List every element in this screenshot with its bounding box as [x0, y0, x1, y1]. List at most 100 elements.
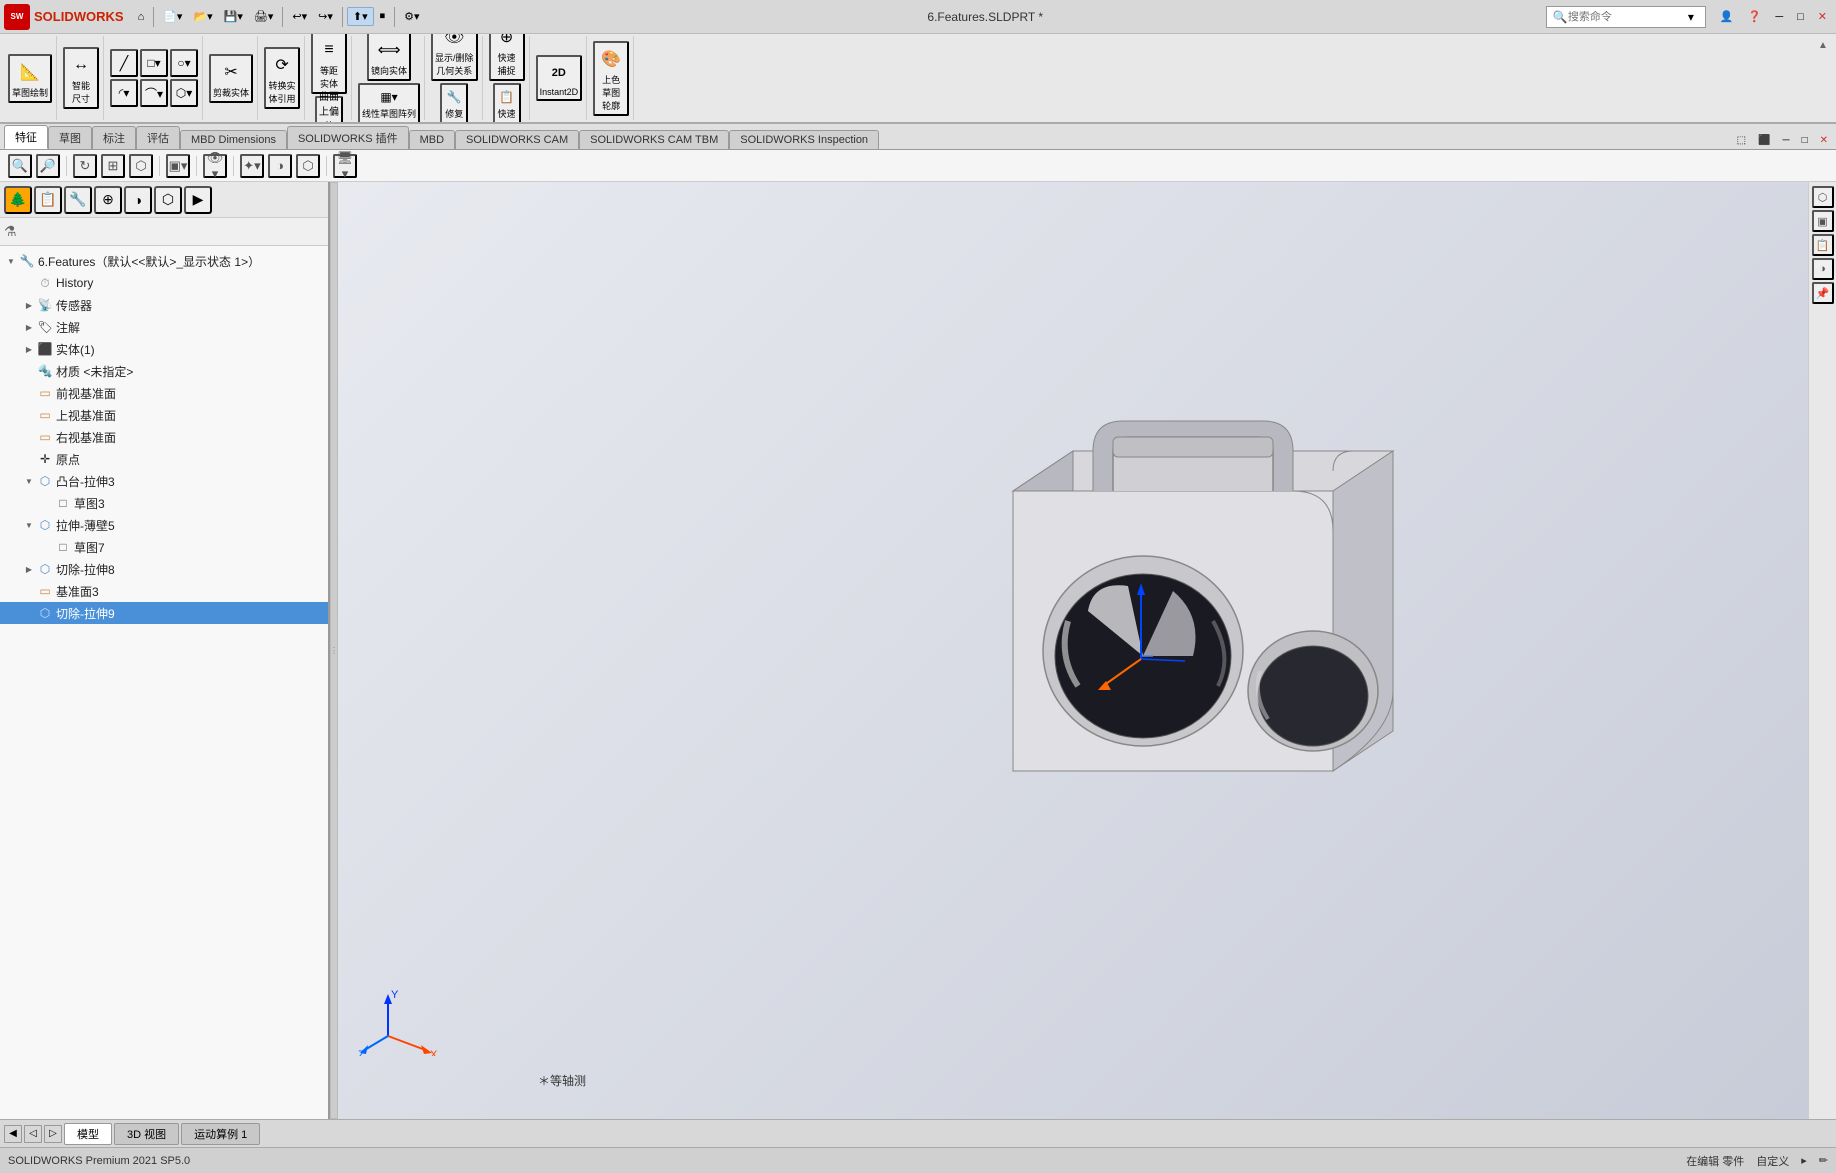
- select-button[interactable]: ⬆▾: [347, 7, 374, 26]
- panel-btn-more[interactable]: ▶: [184, 186, 212, 214]
- close-ribbon-btn[interactable]: ✕: [1816, 134, 1832, 147]
- tree-root-expand[interactable]: ▼: [4, 254, 18, 268]
- restore-panel-btn[interactable]: □: [1798, 134, 1812, 147]
- tree-topplane-expand[interactable]: [22, 408, 36, 422]
- nav-back-btn[interactable]: ◁: [24, 1125, 42, 1143]
- tree-frontplane-expand[interactable]: [22, 386, 36, 400]
- tab-sw-cam[interactable]: SOLIDWORKS CAM: [455, 130, 579, 149]
- panel-btn-propman[interactable]: 📋: [34, 186, 62, 214]
- tab-sw-plugins[interactable]: SOLIDWORKS 插件: [287, 126, 409, 149]
- tree-item-history[interactable]: History: [0, 272, 328, 294]
- tree-root[interactable]: ▼ 🔧 6.Features（默认<<默认>_显示状态 1>）: [0, 250, 328, 272]
- ribbon-btn-polygon[interactable]: ⬡▾: [170, 79, 198, 107]
- btab-model[interactable]: 模型: [64, 1123, 112, 1145]
- rp-btn-tasks[interactable]: 📌: [1812, 282, 1834, 304]
- vt-view-orient[interactable]: ⬡: [129, 154, 153, 178]
- tab-sw-inspection[interactable]: SOLIDWORKS Inspection: [729, 130, 879, 149]
- tab-mbd[interactable]: MBD: [409, 130, 455, 149]
- search-box[interactable]: 🔍 ▾: [1546, 6, 1706, 28]
- attach-panel-btn[interactable]: ⬛: [1754, 134, 1774, 147]
- vt-zoom-prev[interactable]: 🔎: [36, 154, 60, 178]
- rp-btn-appearances[interactable]: ◑: [1812, 258, 1834, 280]
- tree-rightplane-expand[interactable]: [22, 430, 36, 444]
- vt-screen-capture[interactable]: 🖥▾: [333, 154, 357, 178]
- float-panel-btn[interactable]: ⬚: [1733, 134, 1750, 147]
- tree-sketch7-expand[interactable]: [40, 540, 54, 554]
- ribbon-btn-fixsketch[interactable]: 🔧 修复草图: [440, 83, 468, 124]
- ribbon-btn-smartdim[interactable]: ↔ 智能尺寸: [63, 47, 99, 109]
- vt-scene[interactable]: ⬡: [296, 154, 320, 178]
- tree-cut9-expand[interactable]: [22, 606, 36, 620]
- options-button[interactable]: ⚙▾: [399, 8, 424, 25]
- ribbon-btn-fillet[interactable]: ⌒▾: [140, 79, 168, 107]
- tree-item-annotations[interactable]: ▶ 🏷 注解: [0, 316, 328, 338]
- tree-item-boss-extrude3[interactable]: ▼ ⬡ 凸台-拉伸3: [0, 470, 328, 492]
- tree-history-expand[interactable]: [22, 276, 36, 290]
- vt-rotate[interactable]: ↻: [73, 154, 97, 178]
- panel-btn-displaymgr[interactable]: ◑: [124, 186, 152, 214]
- ribbon-btn-rectangle[interactable]: □▾: [140, 49, 168, 77]
- tree-item-thin-extrude5[interactable]: ▼ ⬡ 拉伸-薄壁5: [0, 514, 328, 536]
- tree-thin5-expand[interactable]: ▼: [22, 518, 36, 532]
- tree-item-material[interactable]: 🔩 材质 <未指定>: [0, 360, 328, 382]
- ribbon-btn-equal[interactable]: ≡ 等距实体: [311, 34, 347, 94]
- tree-item-cut-extrude8[interactable]: ▶ ⬡ 切除-拉伸8: [0, 558, 328, 580]
- tree-item-sensors[interactable]: ▶ 📡 传感器: [0, 294, 328, 316]
- vt-realview[interactable]: ◑: [268, 154, 292, 178]
- feature-tree[interactable]: ▼ 🔧 6.Features（默认<<默认>_显示状态 1>） History …: [0, 246, 328, 1119]
- nav-forward-btn[interactable]: ▷: [44, 1125, 62, 1143]
- tree-item-sketch3[interactable]: □ 草图3: [0, 492, 328, 514]
- stop-button[interactable]: ⏹: [375, 8, 391, 25]
- search-input[interactable]: [1568, 11, 1688, 23]
- tree-datum3-expand[interactable]: [22, 584, 36, 598]
- save-button[interactable]: 💾▾: [219, 8, 248, 25]
- panel-btn-featureman[interactable]: 🌲: [4, 186, 32, 214]
- tree-item-datum3[interactable]: ▭ 基准面3: [0, 580, 328, 602]
- maximize-button[interactable]: □: [1792, 8, 1809, 25]
- tree-item-right-plane[interactable]: ▭ 右视基准面: [0, 426, 328, 448]
- rp-btn-property[interactable]: 📋: [1812, 234, 1834, 256]
- ribbon-btn-instant2d[interactable]: 2D Instant2D: [536, 55, 583, 101]
- ribbon-btn-arc[interactable]: ◜▾: [110, 79, 138, 107]
- vt-hide-show[interactable]: 👁▾: [203, 154, 227, 178]
- user-button[interactable]: 👤: [1715, 8, 1739, 25]
- tree-item-sketch7[interactable]: □ 草图7: [0, 536, 328, 558]
- panel-btn-dimxpert[interactable]: ⊕: [94, 186, 122, 214]
- ribbon-btn-mirror[interactable]: ⟺ 镜向实体: [367, 34, 411, 81]
- tree-item-cut-extrude9[interactable]: ⬡ 切除-拉伸9: [0, 602, 328, 624]
- ribbon-btn-convert[interactable]: ⟳ 转换实体引用: [264, 47, 300, 109]
- viewport[interactable]: Y X Z ＊等轴测: [338, 182, 1808, 1119]
- tree-item-top-plane[interactable]: ▭ 上视基准面: [0, 404, 328, 426]
- ribbon-btn-line[interactable]: ╱: [110, 49, 138, 77]
- vt-zoom-window[interactable]: 🔍: [8, 154, 32, 178]
- tab-features[interactable]: 特征: [4, 125, 48, 149]
- print-button[interactable]: 🖨▾: [249, 8, 279, 25]
- search-dropdown-icon[interactable]: ▾: [1688, 10, 1694, 24]
- redo-button[interactable]: ↪▾: [313, 8, 338, 25]
- tab-mbd-dim[interactable]: MBD Dimensions: [180, 130, 287, 149]
- undo-button[interactable]: ↩▾: [287, 8, 312, 25]
- tab-sketch[interactable]: 草图: [48, 126, 92, 149]
- close-button[interactable]: ✕: [1813, 8, 1832, 25]
- tree-item-solid-bodies[interactable]: ▶ ⬛ 实体(1): [0, 338, 328, 360]
- tree-origin-expand[interactable]: [22, 452, 36, 466]
- minimize-button[interactable]: ─: [1770, 8, 1788, 25]
- ribbon-btn-linear-array[interactable]: ▦▾ 线性草图阵列: [358, 83, 420, 124]
- tree-cut8-expand[interactable]: ▶: [22, 562, 36, 576]
- vt-appearance[interactable]: ✦▾: [240, 154, 264, 178]
- ribbon-btn-quickcapture[interactable]: ⊕ 快速捕捉: [489, 34, 525, 81]
- vt-display-style[interactable]: ▣▾: [166, 154, 190, 178]
- ribbon-btn-showrelations[interactable]: 👁 显示/删除几何关系: [431, 34, 478, 81]
- tree-annot-expand[interactable]: ▶: [22, 320, 36, 334]
- ribbon-btn-trim[interactable]: ✂ 剪裁实体: [209, 54, 253, 103]
- rp-btn-view-palette[interactable]: ⬡: [1812, 186, 1834, 208]
- new-button[interactable]: 📄▾: [158, 8, 187, 25]
- ribbon-collapse-btn[interactable]: ▲: [1818, 36, 1832, 120]
- rp-btn-auto-balloon[interactable]: ▣: [1812, 210, 1834, 232]
- ribbon-btn-colorsketch[interactable]: 🎨 上色草图轮廓: [593, 41, 629, 116]
- home-button[interactable]: ⌂: [133, 9, 150, 25]
- nav-prev-btn[interactable]: ◀: [4, 1125, 22, 1143]
- close-panel-btn[interactable]: ─: [1778, 134, 1793, 147]
- vt-section[interactable]: ⊞: [101, 154, 125, 178]
- tab-annotation[interactable]: 标注: [92, 126, 136, 149]
